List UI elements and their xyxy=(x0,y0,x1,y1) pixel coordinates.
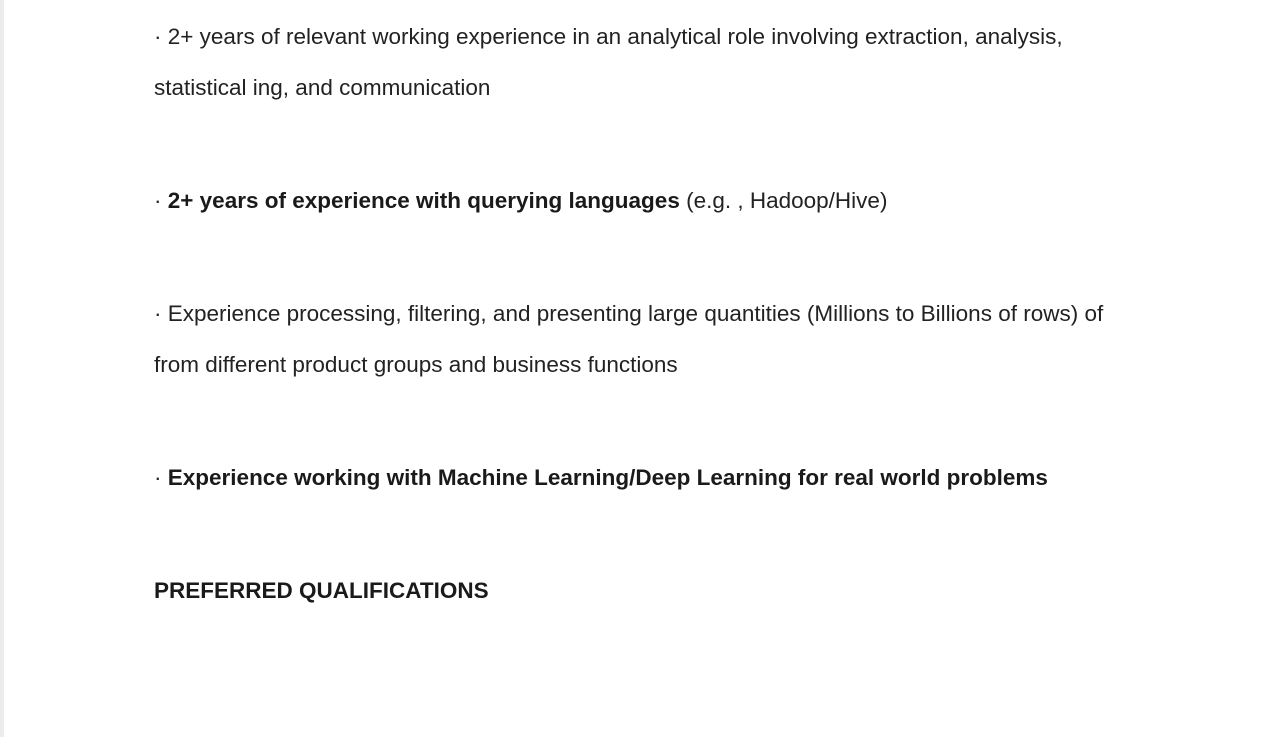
bullet-marker: · xyxy=(154,24,162,49)
qualification-item-data-processing: · Experience processing, filtering, and … xyxy=(154,288,1154,390)
qualification-item-querying: · 2+ years of experience with querying l… xyxy=(154,175,1154,226)
qualification-item-machine-learning: · Experience working with Machine Learni… xyxy=(154,452,1154,503)
bullet-marker: · xyxy=(154,465,162,490)
qualification-text: Experience processing, filtering, and pr… xyxy=(154,301,1104,377)
qualification-text: 2+ years of relevant working experience … xyxy=(154,24,1063,100)
page-left-border xyxy=(0,0,4,737)
qualification-item-experience: · 2+ years of relevant working experienc… xyxy=(154,11,1154,113)
bullet-marker: · xyxy=(154,301,162,326)
qualification-text: (e.g. , Hadoop/Hive) xyxy=(686,188,888,213)
qualification-bold-text: 2+ years of experience with querying lan… xyxy=(167,188,680,213)
qualification-bold-text: Experience working with Machine Learning… xyxy=(167,465,1048,490)
bullet-marker: · xyxy=(154,188,162,213)
document-body: · 2+ years of relevant working experienc… xyxy=(154,11,1154,616)
preferred-qualifications-heading: PREFERRED QUALIFICATIONS xyxy=(154,578,489,603)
